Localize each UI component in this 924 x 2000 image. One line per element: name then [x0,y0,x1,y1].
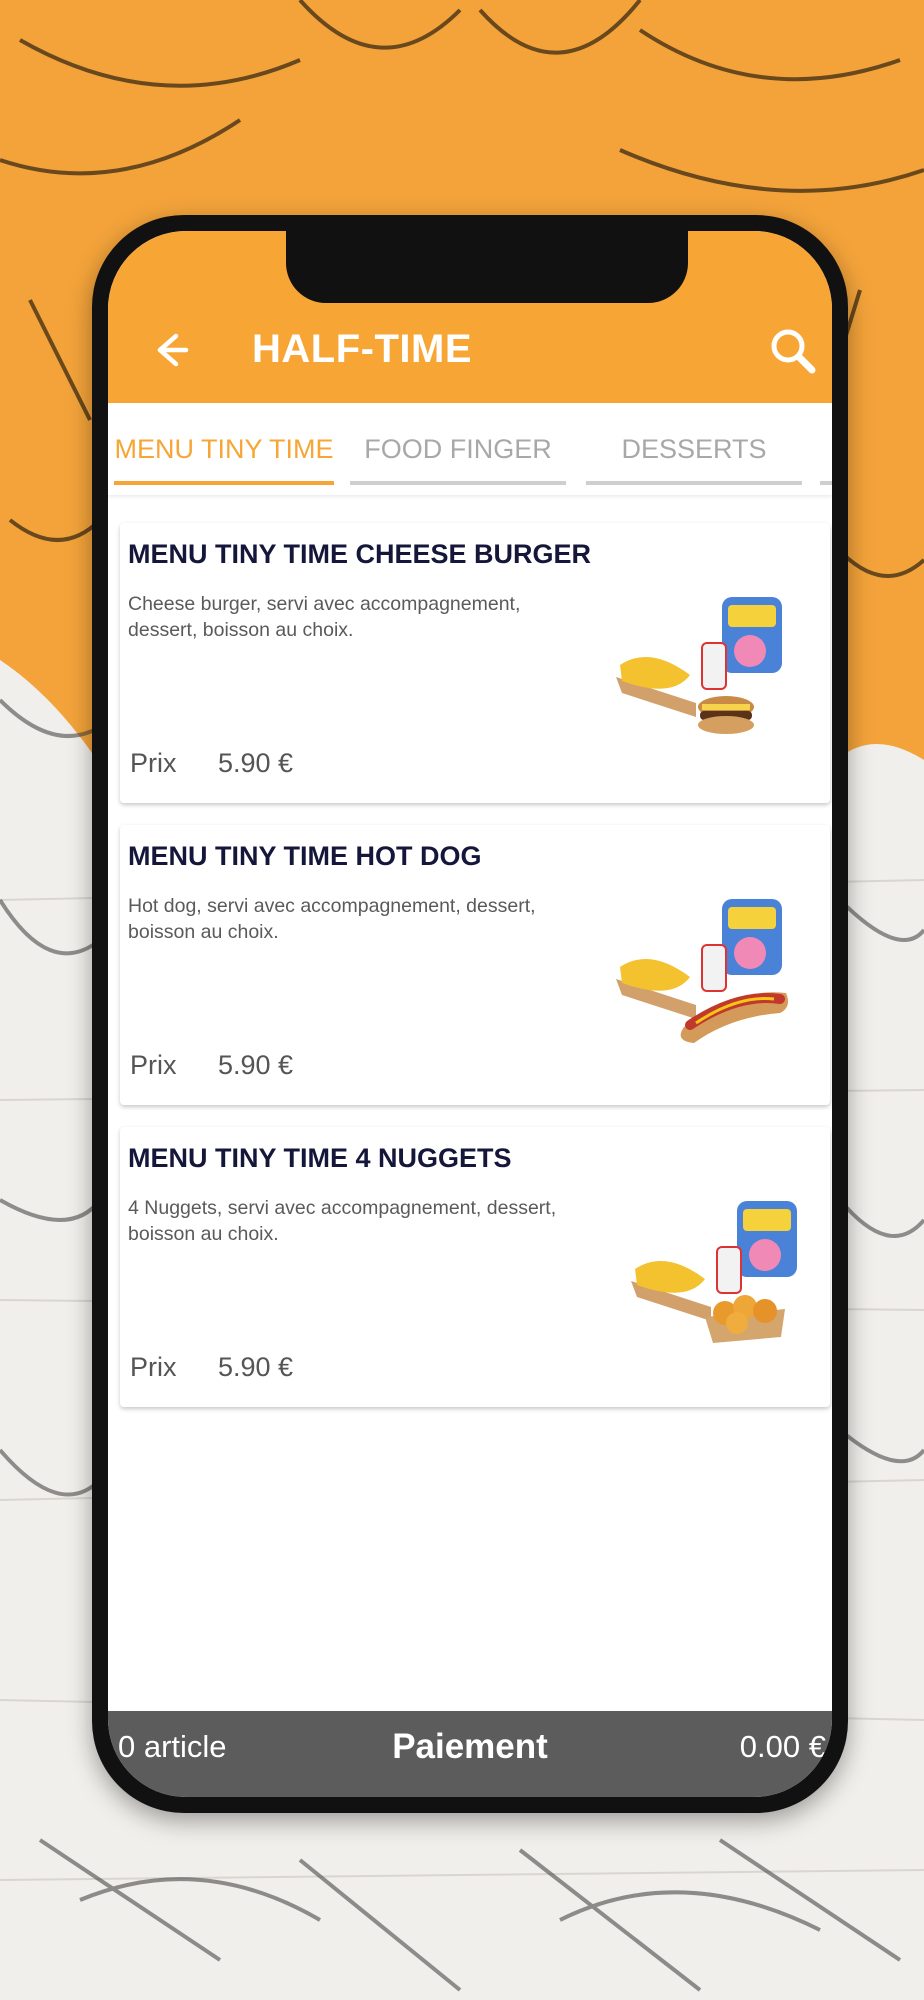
price-label: Prix [130,1050,177,1080]
tab-desserts[interactable]: DESSERTS [586,403,802,495]
hotdog-menu-image [616,899,788,1043]
price-label: Prix [130,748,177,778]
nuggets-menu-image [631,1201,797,1343]
phone-frame: HALF-TIME MENU TINY TIME FOOD FINGER DES… [92,215,848,1813]
menu-item-card[interactable]: MENU TINY TIME 4 NUGGETS 4 Nuggets, serv… [120,1127,830,1407]
search-icon[interactable] [768,326,818,376]
item-title: MENU TINY TIME HOT DOG [128,841,482,871]
tab-food-finger[interactable]: FOOD FINGER [350,403,566,495]
item-title: MENU TINY TIME CHEESE BURGER [128,539,592,569]
page-title: HALF-TIME [252,327,473,371]
item-description: 4 Nuggets, servi avec accompagnement, de… [128,1197,557,1245]
tab-menu-tiny-time[interactable]: MENU TINY TIME [114,403,334,495]
item-price: 5.90 € [218,1050,294,1080]
cart-total: 0.00 € [739,1729,826,1764]
item-description: Cheese burger, servi avec accompagnement… [128,593,521,641]
tab-label: MENU TINY TIME [114,433,334,464]
tab-indicator [350,481,566,485]
item-description: Hot dog, servi avec accompagnement, dess… [128,895,536,943]
burger-menu-image [616,597,782,734]
tab-indicator [114,481,334,485]
category-tabs: MENU TINY TIME FOOD FINGER DESSERTS [108,403,832,495]
menu-item-card[interactable]: MENU TINY TIME CHEESE BURGER Cheese burg… [120,523,830,803]
item-price: 5.90 € [218,1352,294,1382]
price-label: Prix [130,1352,177,1382]
payment-button[interactable]: Paiement [108,1727,832,1767]
menu-item-card[interactable]: MENU TINY TIME HOT DOG Hot dog, servi av… [120,825,830,1105]
tab-overflow [820,403,832,495]
item-title: MENU TINY TIME 4 NUGGETS [128,1143,512,1173]
phone-notch [286,231,688,303]
app-screen: HALF-TIME MENU TINY TIME FOOD FINGER DES… [108,231,832,1797]
tab-indicator [820,481,832,485]
checkout-bar[interactable]: 0 article Paiement 0.00 € [108,1711,832,1797]
tab-indicator [586,481,802,485]
back-arrow-icon[interactable] [146,326,194,374]
tab-label: DESSERTS [621,433,767,464]
item-price: 5.90 € [218,748,294,778]
tab-label: FOOD FINGER [364,433,552,464]
